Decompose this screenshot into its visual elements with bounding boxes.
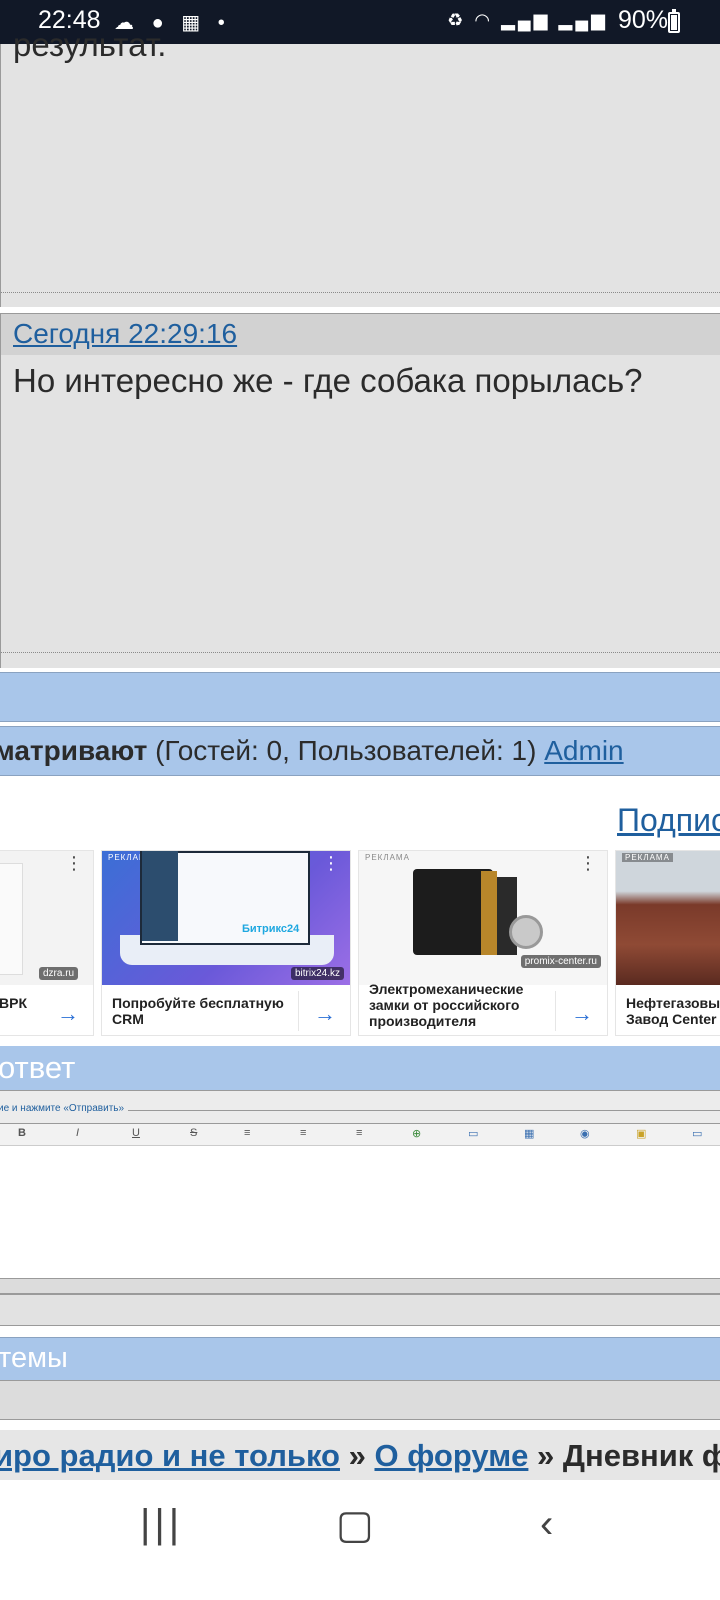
user-link-admin[interactable]: Admin: [544, 735, 623, 766]
table-icon[interactable]: ▦: [524, 1127, 534, 1140]
section-bar: [0, 672, 720, 722]
breadcrumb-current: Дневник фор: [562, 1438, 720, 1473]
image-icon[interactable]: ▭: [468, 1127, 478, 1140]
breadcrumb: иро радио и не только » О форуме » Дневн…: [0, 1430, 720, 1480]
divider: [128, 1110, 720, 1111]
ad-card[interactable]: РЕКЛАМА Нефтегазовы Завод Center: [615, 850, 720, 1036]
post-header: Сегодня 22:29:16: [1, 314, 720, 355]
form-footer-bar: [0, 1294, 720, 1326]
subscribe-link[interactable]: Подпис: [617, 802, 720, 839]
editor-toolbar: B I U S ≡ ≡ ≡ ⊕ ▭ ▦ ◉ ▣ ▭: [0, 1124, 720, 1146]
wifi-icon: ◠: [474, 10, 494, 30]
ad-title: ВРК: [0, 995, 27, 1011]
android-nav-bar: ||| ▢ ‹: [0, 1480, 720, 1600]
ad-title: Нефтегазовы Завод Center: [626, 995, 720, 1027]
topics-header: темы: [0, 1337, 720, 1380]
reply-header: ответ: [0, 1046, 720, 1090]
recent-apps-icon[interactable]: |||: [140, 1502, 183, 1547]
arrow-right-icon[interactable]: →: [57, 1001, 79, 1027]
align-right-icon[interactable]: ≡: [356, 1127, 362, 1139]
form-footer-bar: [0, 1278, 720, 1294]
ad-label: РЕКЛАМА: [365, 853, 410, 862]
system-icons: ♻ ◠ ▂▄▆ ▂▄▆: [447, 10, 608, 31]
italic-button[interactable]: I: [76, 1127, 79, 1139]
ad-card[interactable]: dzra.ru ⋮ ВРК →: [0, 850, 94, 1036]
post-divider: [1, 292, 720, 293]
signal-icon: ▂▄▆: [558, 10, 608, 30]
reply-title: ответ: [0, 1050, 76, 1085]
forum-post: Сегодня 22:29:16 Но интересно же - где с…: [0, 313, 720, 668]
breadcrumb-link[interactable]: иро радио и не только: [0, 1438, 340, 1473]
divider: [298, 991, 299, 1031]
calendar-icon: ▦: [181, 12, 207, 34]
battery-icon: [668, 9, 680, 33]
ad-image: РЕКЛАМА · 16+ Битрикс24 bitrix24.kz: [102, 851, 350, 985]
breadcrumb-line: иро радио и не только » О форуме » Дневн…: [0, 1438, 720, 1474]
ad-domain: promix-center.ru: [520, 955, 601, 968]
post-divider: [1, 652, 720, 653]
ad-image: РЕКЛАМА: [616, 851, 720, 985]
divider: [555, 991, 556, 1031]
underline-button[interactable]: U: [132, 1127, 140, 1139]
topics-bar: [0, 1380, 720, 1420]
bitrix-logo: Битрикс24: [242, 923, 300, 935]
reply-textarea[interactable]: [0, 1146, 720, 1278]
ad-title: Попробуйте бесплатную CRM: [112, 995, 284, 1027]
arrow-right-icon[interactable]: →: [314, 1001, 336, 1027]
post-text: результат.: [13, 26, 167, 63]
dot-icon: •: [217, 12, 231, 34]
align-left-icon[interactable]: ≡: [244, 1127, 250, 1139]
battery-percent: 90%: [617, 6, 668, 34]
lock-icon[interactable]: ▣: [636, 1127, 646, 1140]
back-icon[interactable]: ‹: [540, 1502, 553, 1547]
reply-hint: ие и нажмите «Отправить»: [0, 1103, 125, 1114]
ad-title: Электромеханические замки от российского…: [369, 981, 524, 1029]
ad-card[interactable]: РЕКЛАМА · 16+ Битрикс24 bitrix24.kz ⋮ По…: [101, 850, 351, 1036]
quote-icon[interactable]: ▭: [692, 1127, 702, 1140]
ad-image: РЕКЛАМА promix-center.ru: [359, 851, 607, 985]
ad-domain: bitrix24.kz: [290, 967, 344, 980]
more-options-icon[interactable]: ⋮: [579, 853, 597, 874]
viewers-line: матривают (Гостей: 0, Пользователей: 1) …: [0, 735, 624, 766]
topics-title: темы: [0, 1342, 68, 1374]
ad-label: РЕКЛАМА: [622, 853, 673, 862]
breadcrumb-link[interactable]: О форуме: [374, 1438, 528, 1473]
forum-post: результат.: [0, 26, 720, 307]
align-center-icon[interactable]: ≡: [300, 1127, 306, 1139]
post-date-link[interactable]: Сегодня 22:29:16: [13, 318, 237, 350]
media-icon[interactable]: ◉: [580, 1127, 590, 1140]
ad-domain: dzra.ru: [39, 967, 79, 980]
arrow-right-icon[interactable]: →: [571, 1001, 593, 1027]
signal-icon: ▂▄▆: [501, 10, 551, 30]
battery-saver-icon: ♻: [447, 10, 467, 30]
home-icon[interactable]: ▢: [336, 1502, 374, 1548]
more-options-icon[interactable]: ⋮: [322, 853, 340, 874]
post-text: Но интересно же - где собака порылась?: [13, 362, 643, 399]
viewers-bar: матривают (Гостей: 0, Пользователей: 1) …: [0, 726, 720, 776]
ad-card[interactable]: РЕКЛАМА promix-center.ru ⋮ Электромехани…: [358, 850, 608, 1036]
more-options-icon[interactable]: ⋮: [65, 853, 83, 874]
link-icon[interactable]: ⊕: [412, 1127, 421, 1140]
strike-button[interactable]: S: [190, 1127, 197, 1139]
bold-button[interactable]: B: [18, 1127, 26, 1139]
